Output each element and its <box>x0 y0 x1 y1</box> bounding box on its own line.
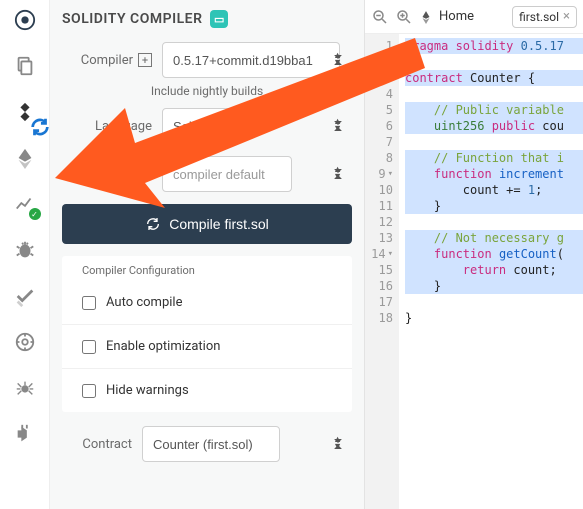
compile-button[interactable]: Compile first.sol <box>62 204 352 244</box>
code-body[interactable]: pragma solidity 0.5.17contract Counter {… <box>399 34 583 509</box>
evm-label: EVM Version <box>62 167 152 182</box>
enable-opt-checkbox[interactable] <box>82 340 96 354</box>
panel-title-text: SOLIDITY COMPILER <box>62 11 202 27</box>
debugger-icon[interactable] <box>11 236 39 264</box>
zoom-in-icon[interactable] <box>395 8 413 26</box>
plus-icon[interactable]: + <box>138 53 152 67</box>
contract-select[interactable]: Counter (first.sol) <box>142 426 280 462</box>
contract-label: Contract <box>62 437 132 452</box>
hide-warnings-checkbox[interactable] <box>82 384 96 398</box>
refresh-icon <box>145 216 161 232</box>
panel-title: SOLIDITY COMPILER ▭ <box>62 10 352 28</box>
refresh-badge-icon <box>29 116 43 130</box>
auto-compile-checkbox[interactable] <box>82 296 96 310</box>
compiler-panel: SOLIDITY COMPILER ▭ Compiler + 0.5.17+co… <box>50 0 365 509</box>
remix-logo-icon[interactable] <box>11 6 39 34</box>
check-badge-icon <box>29 208 41 220</box>
compiler-icon[interactable] <box>11 98 39 126</box>
config-title: Compiler Configuration <box>62 256 352 281</box>
hide-warnings-label: Hide warnings <box>106 383 189 398</box>
home-link[interactable]: Home <box>439 9 474 24</box>
file-tab-label: first.sol <box>519 10 559 24</box>
language-label: Language <box>62 119 152 134</box>
file-tab[interactable]: first.sol × <box>512 6 577 28</box>
analytics-icon[interactable] <box>11 190 39 218</box>
compiler-config: Compiler Configuration Auto compile Enab… <box>62 256 352 412</box>
evm-select[interactable]: compiler default <box>162 156 292 192</box>
book-icon[interactable]: ▭ <box>210 10 228 28</box>
plugin-icon[interactable] <box>11 420 39 448</box>
gutter: 123 ▾456789 ▾1011121314 ▾15161718 <box>365 34 399 509</box>
spider-icon[interactable] <box>11 374 39 402</box>
nightly-text: Include nightly builds <box>62 84 352 98</box>
language-select[interactable]: Solidity <box>162 108 242 144</box>
deploy-icon[interactable] <box>11 144 39 172</box>
zoom-out-icon[interactable] <box>371 8 389 26</box>
close-icon[interactable]: × <box>563 10 570 23</box>
compiler-label: Compiler + <box>62 53 152 68</box>
code-editor[interactable]: 123 ▾456789 ▾1011121314 ▾15161718 pragma… <box>365 34 583 509</box>
gas-icon[interactable] <box>11 328 39 356</box>
compile-button-label: Compile first.sol <box>169 216 269 232</box>
compiler-select[interactable]: 0.5.17+commit.d19bba1 <box>162 42 340 78</box>
ethereum-icon[interactable] <box>419 10 433 24</box>
editor-area: Home first.sol × 123 ▾456789 ▾1011121314… <box>365 0 583 509</box>
enable-opt-label: Enable optimization <box>106 339 220 354</box>
auto-compile-label: Auto compile <box>106 295 182 310</box>
test-icon[interactable] <box>11 282 39 310</box>
topbar: Home first.sol × <box>365 0 583 34</box>
file-explorer-icon[interactable] <box>11 52 39 80</box>
icon-rail <box>0 0 50 509</box>
compiler-label-text: Compiler <box>81 53 133 68</box>
